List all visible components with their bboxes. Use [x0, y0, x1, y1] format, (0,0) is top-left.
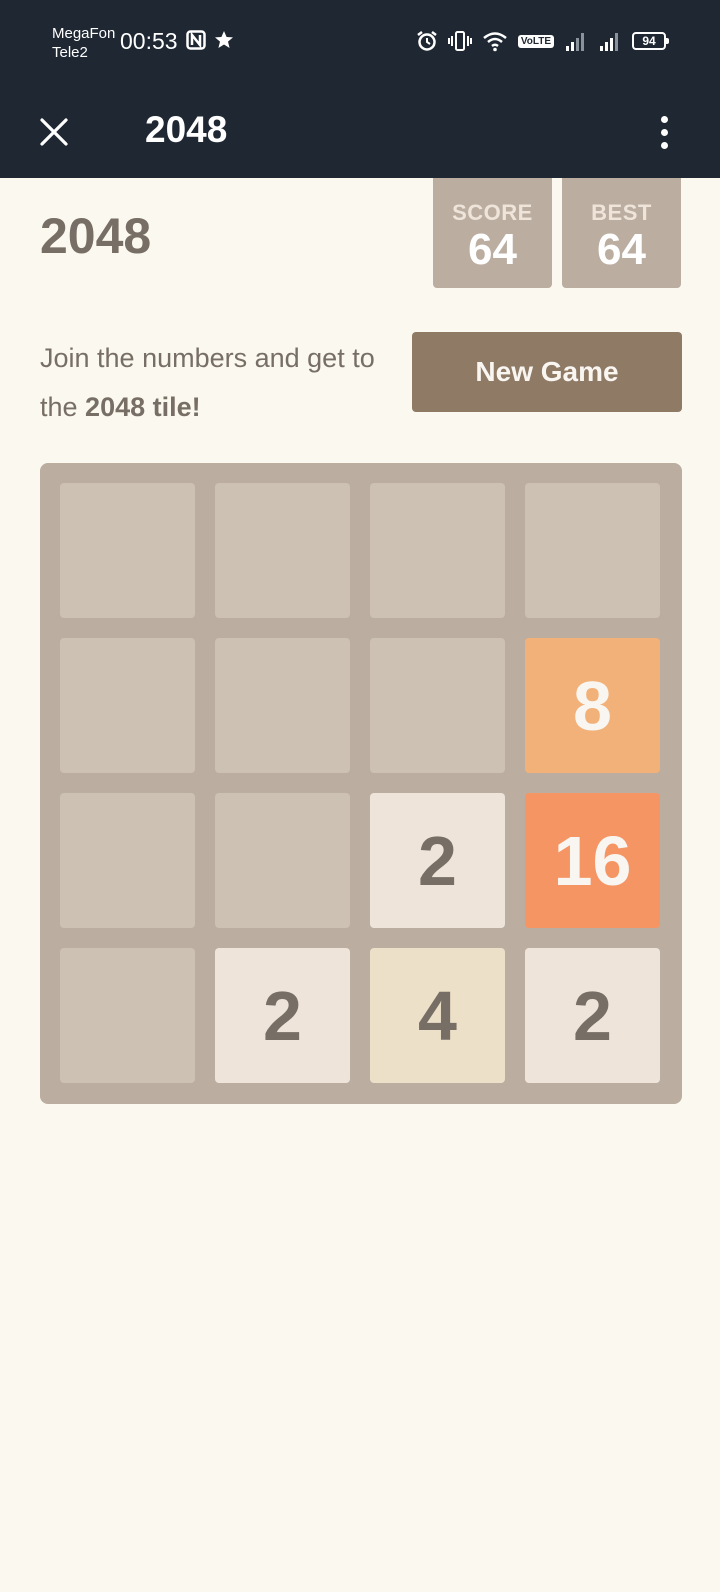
game-title: 2048	[40, 208, 152, 264]
tile-16: 16	[525, 793, 660, 928]
empty-cell	[215, 483, 350, 618]
nfc-icon	[186, 30, 206, 50]
score-value: 64	[468, 225, 517, 274]
wifi-icon	[483, 32, 507, 52]
more-vertical-icon-dot	[660, 141, 668, 149]
vibrate-icon	[447, 31, 472, 51]
carrier-primary: MegaFon	[52, 25, 116, 42]
empty-cell	[215, 793, 350, 928]
best-label: BEST	[591, 200, 652, 225]
empty-cell	[215, 638, 350, 773]
status-bar: MegaFon Tele2 00:53 VoLTE 94	[0, 0, 720, 84]
tile-2: 2	[525, 948, 660, 1083]
game-board[interactable]: 8 2 16 2 4 2	[40, 463, 682, 1104]
tile-2: 2	[370, 793, 505, 928]
carrier-secondary: Tele2	[52, 44, 88, 61]
new-game-button[interactable]: New Game	[412, 332, 682, 412]
empty-cell	[525, 483, 660, 618]
score-box: SCORE 64	[433, 178, 552, 288]
battery-icon: 94	[632, 32, 669, 50]
empty-cell	[60, 793, 195, 928]
close-button[interactable]	[30, 108, 78, 156]
tile-8: 8	[525, 638, 660, 773]
more-vertical-icon	[660, 115, 668, 123]
more-vertical-icon-dot	[660, 128, 668, 136]
app-title: 2048	[145, 109, 228, 150]
intro-goal: 2048 tile!	[85, 392, 201, 422]
status-right-icons: VoLTE 94	[416, 30, 669, 52]
empty-cell	[60, 483, 195, 618]
game-intro: Join the numbers and get to the 2048 til…	[40, 334, 400, 432]
status-time: 00:53	[120, 28, 178, 54]
status-left-icons	[186, 30, 234, 50]
empty-cell	[60, 948, 195, 1083]
star-icon	[215, 31, 233, 48]
tile-4: 4	[370, 948, 505, 1083]
tile-2: 2	[215, 948, 350, 1083]
score-label: SCORE	[452, 200, 533, 225]
volte-badge: VoLTE	[517, 34, 554, 48]
signal-icon-1	[566, 33, 584, 51]
best-score-box: BEST 64	[562, 178, 681, 288]
alarm-icon	[417, 31, 437, 51]
app-bar: 2048	[0, 84, 720, 178]
close-icon	[40, 118, 68, 146]
more-options-button[interactable]	[644, 108, 684, 156]
empty-cell	[370, 483, 505, 618]
best-value: 64	[597, 225, 646, 274]
signal-icon-2	[600, 33, 618, 51]
carrier-names: MegaFon Tele2	[52, 24, 115, 62]
empty-cell	[370, 638, 505, 773]
empty-cell	[60, 638, 195, 773]
